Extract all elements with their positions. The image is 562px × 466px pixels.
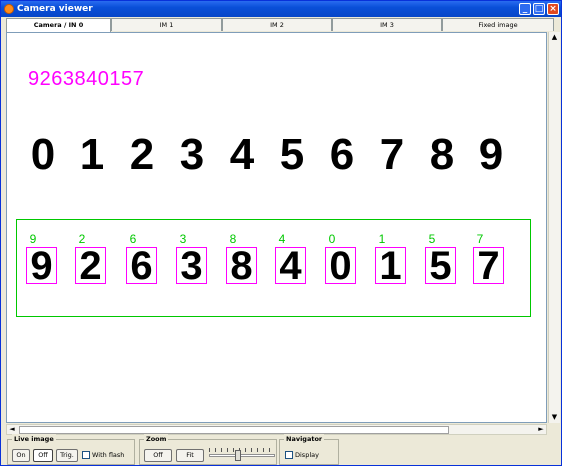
detection-box [275,247,306,284]
minimize-icon[interactable]: _ [519,3,531,15]
navigator-group: Navigator Display [279,434,339,465]
with-flash-checkbox[interactable] [82,451,90,459]
zoom-slider-track [209,454,275,457]
live-on-button[interactable]: On [12,449,30,462]
printed-digit: 0 [30,130,56,179]
printed-digit: 8 [429,130,455,179]
printed-digit: 1 [79,130,105,179]
detection-box [176,247,207,284]
horizontal-scroll-thumb[interactable] [19,426,449,434]
live-image-group: Live image On Off Trig. With flash [7,434,135,465]
horizontal-scrollbar[interactable]: ◄ ► [6,424,547,435]
tab-im2[interactable]: IM 2 [222,18,332,31]
tab-im1[interactable]: IM 1 [111,18,222,31]
zoom-off-button[interactable]: Off [144,449,172,462]
detection-box [226,247,257,284]
zoom-group: Zoom Off Fit [139,434,277,465]
zoom-slider-thumb[interactable] [235,450,241,461]
vertical-scrollbar[interactable]: ▲ ▼ [548,32,560,423]
printed-digit: 4 [229,130,255,179]
zoom-slider-ticks [209,448,275,452]
camera-viewer-window: Camera viewer _ □ × Camera / IN 0 IM 1 I… [0,0,562,466]
zoom-fit-button[interactable]: Fit [176,449,204,462]
live-off-button[interactable]: Off [33,449,53,462]
printed-digit: 5 [279,130,305,179]
live-image-title: Live image [12,434,56,444]
scroll-right-icon[interactable]: ► [536,425,546,434]
tab-fixed-image[interactable]: Fixed image [442,18,554,31]
printed-digit: 6 [329,130,355,179]
live-trigger-button[interactable]: Trig. [56,449,78,462]
window-title: Camera viewer [17,4,93,14]
app-icon [4,4,14,14]
zoom-slider[interactable] [209,448,275,462]
close-icon[interactable]: × [547,3,559,15]
navigator-title: Navigator [284,434,325,444]
with-flash-label: With flash [92,451,125,459]
printed-digit: 9 [478,130,504,179]
navigator-display-checkbox[interactable] [285,451,293,459]
zoom-title: Zoom [144,434,169,444]
detection-box [26,247,57,284]
title-bar[interactable]: Camera viewer _ □ × [1,1,561,17]
navigator-display-label: Display [295,451,319,459]
detection-box [126,247,157,284]
maximize-icon[interactable]: □ [533,3,545,15]
printed-digit: 2 [129,130,155,179]
tab-strip: Camera / IN 0 IM 1 IM 2 IM 3 Fixed image [6,18,554,32]
detection-box [375,247,406,284]
image-viewport[interactable]: 9263840157 0 1 2 3 4 5 6 7 8 9 9 9 2 2 6… [6,32,547,423]
tab-camera-in0[interactable]: Camera / IN 0 [6,18,111,32]
detection-box [325,247,356,284]
tab-im3[interactable]: IM 3 [332,18,442,31]
printed-digit-row: 0 1 2 3 4 5 6 7 8 9 [7,133,537,179]
scroll-up-icon[interactable]: ▲ [549,32,560,42]
ocr-result-text: 9263840157 [28,68,145,90]
scroll-left-icon[interactable]: ◄ [7,425,17,434]
scroll-down-icon[interactable]: ▼ [549,412,560,422]
detection-box [75,247,106,284]
printed-digit: 7 [379,130,405,179]
printed-digit: 3 [179,130,205,179]
detection-box [473,247,504,284]
detection-box [425,247,456,284]
